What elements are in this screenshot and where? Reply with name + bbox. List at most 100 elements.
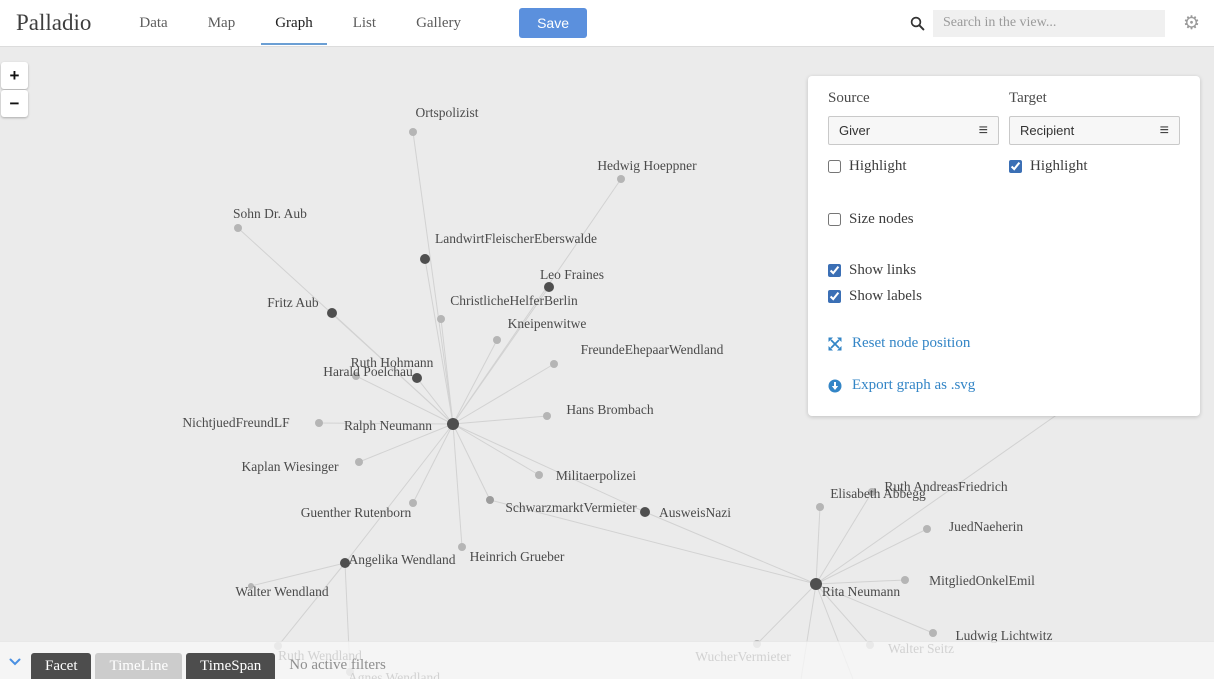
graph-edge [278, 563, 345, 646]
target-dimension-value: Recipient [1020, 123, 1074, 138]
target-highlight-label: Highlight [1030, 158, 1088, 175]
show-labels-label: Show labels [849, 288, 922, 305]
download-circle-icon [828, 379, 842, 393]
graph-node-label: Harald Poelchau [323, 364, 413, 379]
filter-status-text: No active filters [289, 657, 386, 674]
graph-node[interactable] [458, 543, 466, 551]
show-labels-checkbox[interactable] [828, 290, 841, 303]
size-nodes-row: Size nodes [828, 211, 1180, 228]
show-links-label: Show links [849, 262, 916, 279]
graph-node-label: Angelika Wendland [348, 552, 455, 567]
tab-map[interactable]: Map [188, 0, 256, 46]
graph-node[interactable] [901, 576, 909, 584]
hamburger-icon: ≡ [1160, 123, 1169, 139]
graph-node-label: Sohn Dr. Aub [233, 206, 307, 221]
graph-edge [413, 424, 453, 503]
source-highlight-checkbox[interactable] [828, 160, 841, 173]
graph-edge [251, 563, 345, 586]
graph-node[interactable] [315, 419, 323, 427]
graph-node-label: Ruth AndreasFriedrich [884, 479, 1008, 494]
search-area: ⚙ [910, 10, 1200, 37]
search-input[interactable] [933, 10, 1165, 37]
graph-node-label: Hans Brombach [566, 402, 654, 417]
graph-node-label: Hedwig Hoeppner [597, 158, 697, 173]
timeline-filter-button[interactable]: TimeLine [95, 653, 182, 679]
graph-node[interactable] [535, 471, 543, 479]
graph-node-label: Heinrich Grueber [470, 549, 565, 564]
graph-node-label: MitgliedOnkelEmil [929, 573, 1035, 588]
tab-graph[interactable]: Graph [255, 0, 333, 46]
graph-node[interactable] [355, 458, 363, 466]
reset-node-position-label: Reset node position [852, 335, 970, 352]
source-highlight-label: Highlight [849, 158, 907, 175]
graph-node[interactable] [929, 629, 937, 637]
graph-node[interactable] [447, 418, 459, 430]
graph-node[interactable] [544, 282, 554, 292]
export-svg-link[interactable]: Export graph as .svg [828, 377, 1180, 394]
graph-node-label: Guenther Rutenborn [301, 505, 412, 520]
graph-node[interactable] [550, 360, 558, 368]
target-highlight-checkbox[interactable] [1009, 160, 1022, 173]
graph-node[interactable] [420, 254, 430, 264]
reset-node-position-link[interactable]: Reset node position [828, 335, 1180, 352]
top-navigation-bar: Palladio Data Map Graph List Gallery Sav… [0, 0, 1214, 47]
graph-node-label: Fritz Aub [267, 295, 319, 310]
graph-node[interactable] [543, 412, 551, 420]
graph-edge [441, 319, 453, 424]
save-button[interactable]: Save [519, 8, 587, 38]
graph-node[interactable] [486, 496, 494, 504]
graph-node-label: Leo Fraines [540, 267, 604, 282]
zoom-out-button[interactable]: − [1, 90, 28, 117]
export-svg-label: Export graph as .svg [852, 377, 975, 394]
graph-node-label: Militaerpolizei [556, 468, 636, 483]
graph-node[interactable] [816, 503, 824, 511]
main-tabs: Data Map Graph List Gallery [119, 0, 481, 46]
graph-node-label: Kneipenwitwe [508, 316, 587, 331]
show-labels-row: Show labels [828, 288, 1180, 305]
source-dimension-dropdown[interactable]: Giver ≡ [828, 116, 999, 145]
size-nodes-label: Size nodes [849, 211, 914, 228]
bottom-filter-bar: Facet TimeLine TimeSpan No active filter… [0, 641, 1214, 679]
app-logo[interactable]: Palladio [16, 10, 91, 36]
search-icon [910, 16, 925, 31]
tab-gallery[interactable]: Gallery [396, 0, 481, 46]
graph-edge [425, 259, 453, 424]
graph-node[interactable] [327, 308, 337, 318]
source-dimension-value: Giver [839, 123, 870, 138]
graph-node-label: Rita Neumann [822, 584, 901, 599]
graph-node[interactable] [640, 507, 650, 517]
target-label: Target [1009, 90, 1180, 107]
graph-node-label: Ortspolizist [416, 105, 479, 120]
gear-icon[interactable]: ⚙ [1183, 14, 1200, 33]
tab-list[interactable]: List [333, 0, 396, 46]
graph-edge [345, 424, 453, 563]
target-highlight-row: Highlight [1009, 158, 1180, 175]
graph-node[interactable] [412, 373, 422, 383]
graph-node-label: JuedNaeherin [949, 519, 1023, 534]
timespan-filter-button[interactable]: TimeSpan [186, 653, 275, 679]
graph-edge [453, 416, 547, 424]
graph-node-label: Kaplan Wiesinger [241, 459, 339, 474]
graph-node[interactable] [409, 128, 417, 136]
graph-node[interactable] [923, 525, 931, 533]
zoom-in-button[interactable]: + [1, 62, 28, 89]
tab-data[interactable]: Data [119, 0, 187, 46]
graph-node[interactable] [493, 336, 501, 344]
graph-node-label: Ralph Neumann [344, 418, 432, 433]
graph-node[interactable] [617, 175, 625, 183]
source-label: Source [828, 90, 999, 107]
graph-node[interactable] [234, 224, 242, 232]
graph-edge [453, 424, 462, 547]
hamburger-icon: ≡ [979, 123, 988, 139]
target-dimension-dropdown[interactable]: Recipient ≡ [1009, 116, 1180, 145]
graph-node[interactable] [437, 315, 445, 323]
graph-edge [757, 584, 816, 644]
graph-settings-panel: Source Giver ≡ Highlight Target Recipien… [808, 76, 1200, 416]
show-links-checkbox[interactable] [828, 264, 841, 277]
facet-filter-button[interactable]: Facet [31, 653, 91, 679]
show-links-row: Show links [828, 262, 1180, 279]
size-nodes-checkbox[interactable] [828, 213, 841, 226]
graph-node-label: NichtjuedFreundLF [182, 415, 290, 430]
chevron-down-icon[interactable] [9, 658, 21, 666]
graph-node[interactable] [810, 578, 822, 590]
